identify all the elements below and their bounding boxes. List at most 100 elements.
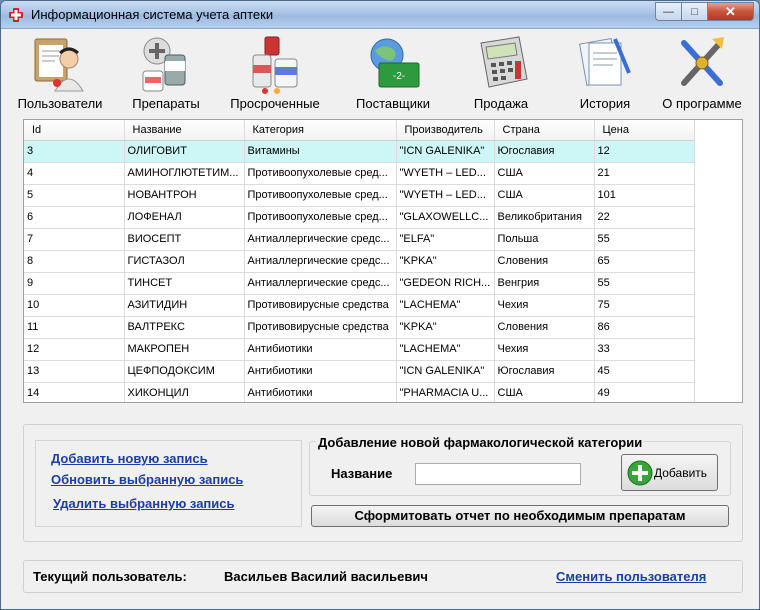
cell-country: Чехия — [494, 294, 595, 317]
generate-report-button[interactable]: Сформитовать отчет по необходимым препар… — [311, 505, 729, 527]
cell-price: 55 — [594, 272, 695, 295]
toolbar-label: О программе — [662, 96, 742, 111]
cell-manufacturer: "ELFA" — [396, 228, 495, 251]
toolbar-about[interactable]: О программе — [655, 31, 749, 115]
maximize-button[interactable]: □ — [682, 2, 708, 21]
table-row[interactable]: 4 АМИНОГЛЮТЕТИМ... Противоопухолевые сред.… — [24, 162, 695, 185]
suppliers-icon: -2- — [370, 38, 420, 88]
cell-name: ЦЕФПОДОКСИМ — [124, 360, 245, 383]
table-row[interactable]: 14 ХИКОНЦИЛ Антибиотики "PHARMACIA U... США 4… — [24, 382, 695, 402]
category-name-label: Название — [331, 466, 393, 481]
add-record-link[interactable]: Добавить новую запись — [51, 451, 208, 466]
cell-category: Антиаллергические средс... — [244, 272, 397, 295]
cell-category: Витамины — [244, 140, 397, 163]
table-row[interactable]: 3 ОЛИГОВИТ Витамины "ICN GALENIKA" Югославия… — [24, 140, 695, 163]
cell-id: 3 — [24, 140, 125, 163]
drugs-table[interactable]: Id Название Категория Производитель Стра… — [23, 119, 743, 403]
cell-category: Противоопухолевые сред... — [244, 184, 397, 207]
column-header-manufacturer[interactable]: Производитель — [396, 120, 495, 141]
table-row[interactable]: 13 ЦЕФПОДОКСИМ Антибиотики "ICN GALENIKA" Юг… — [24, 360, 695, 383]
cell-price: 22 — [594, 206, 695, 229]
update-record-link[interactable]: Обновить выбранную запись — [51, 472, 243, 487]
table-header: Id Название Категория Производитель Стра… — [24, 120, 695, 141]
cell-category: Противовирусные средства — [244, 294, 397, 317]
cell-name: ХИКОНЦИЛ — [124, 382, 245, 402]
cell-category: Антибиотики — [244, 360, 397, 383]
category-name-input[interactable] — [415, 463, 581, 485]
column-header-name[interactable]: Название — [124, 120, 245, 141]
table-row[interactable]: 5 НОВАНТРОН Противоопухолевые сред... "WYET… — [24, 184, 695, 207]
current-user-label: Текущий пользователь: — [33, 569, 187, 584]
cell-id: 6 — [24, 206, 125, 229]
toolbar-label: Пользователи — [17, 96, 103, 111]
cell-category: Антибиотики — [244, 338, 397, 361]
cell-country: Югославия — [494, 360, 595, 383]
cell-price: 75 — [594, 294, 695, 317]
cell-country: Чехия — [494, 338, 595, 361]
cell-country: Великобритания — [494, 206, 595, 229]
cell-price: 55 — [594, 228, 695, 251]
close-button[interactable]: ✕ — [708, 2, 754, 21]
minimize-button[interactable]: — — [655, 2, 682, 21]
expired-icon — [252, 36, 298, 94]
cell-price: 49 — [594, 382, 695, 402]
cell-country: США — [494, 162, 595, 185]
cell-name: АМИНОГЛЮТЕТИМ... — [124, 162, 245, 185]
cell-manufacturer: "ICN GALENIKA" — [396, 140, 495, 163]
table-row[interactable]: 6 ЛОФЕНАЛ Противоопухолевые сред... "GLAXOW… — [24, 206, 695, 229]
toolbar-expired[interactable]: Просроченные — [221, 31, 329, 115]
cell-manufacturer: "LACHEMA" — [396, 294, 495, 317]
window-title: Информационная система учета аптеки — [31, 7, 274, 22]
toolbar-label: Просроченные — [230, 96, 320, 111]
cell-manufacturer: "KPKA" — [396, 316, 495, 339]
table-row[interactable]: 10 АЗИТИДИН Противовирусные средства "LACHE… — [24, 294, 695, 317]
delete-record-link[interactable]: Удалить выбранную запись — [53, 496, 235, 511]
app-icon — [9, 8, 23, 22]
cell-name: ВАЛТРЕКС — [124, 316, 245, 339]
column-header-id[interactable]: Id — [24, 120, 125, 141]
cell-country: США — [494, 184, 595, 207]
toolbar-label: История — [579, 96, 631, 111]
toolbar-label: Препараты — [132, 96, 200, 111]
table-row[interactable]: 11 ВАЛТРЕКС Противовирусные средства "KPKA"… — [24, 316, 695, 339]
cell-price: 101 — [594, 184, 695, 207]
add-category-button[interactable]: Добавить — [621, 454, 718, 491]
toolbar-users[interactable]: Пользователи — [9, 31, 111, 115]
cell-name: АЗИТИДИН — [124, 294, 245, 317]
cell-id: 13 — [24, 360, 125, 383]
toolbar-suppliers[interactable]: -2- Поставщики — [349, 31, 437, 115]
title-bar[interactable]: Информационная система учета аптеки — □ … — [1, 1, 759, 29]
cell-manufacturer: "WYETH – LED... — [396, 184, 495, 207]
pills-icon — [142, 37, 186, 92]
category-group-title: Добавление новой фармакологической катег… — [316, 435, 645, 450]
change-user-link[interactable]: Сменить пользователя — [556, 569, 706, 584]
cell-price: 33 — [594, 338, 695, 361]
table-row[interactable]: 8 ГИСТАЗОЛ Антиаллергические средс... "KPKA… — [24, 250, 695, 273]
cell-country: Словения — [494, 316, 595, 339]
table-row[interactable]: 12 МАКРОПЕН Антибиотики "LACHEMA" Чехия 33 — [24, 338, 695, 361]
cell-id: 11 — [24, 316, 125, 339]
calculator-icon — [480, 36, 528, 88]
cell-name: ГИСТАЗОЛ — [124, 250, 245, 273]
toolbar-drugs[interactable]: Препараты — [121, 31, 211, 115]
toolbar-sale[interactable]: Продажа — [463, 31, 539, 115]
cell-price: 21 — [594, 162, 695, 185]
table-row[interactable]: 7 ВИОСЕПТ Антиаллергические средс... "ELFA"… — [24, 228, 695, 251]
column-header-category[interactable]: Категория — [244, 120, 397, 141]
toolbar-history[interactable]: История — [569, 31, 641, 115]
cell-manufacturer: "WYETH – LED... — [396, 162, 495, 185]
main-toolbar: Пользователи Препараты Просроченные -2- … — [1, 31, 759, 115]
cell-id: 12 — [24, 338, 125, 361]
cell-category: Противовирусные средства — [244, 316, 397, 339]
column-header-price[interactable]: Цена — [594, 120, 695, 141]
table-row[interactable]: 9 ТИНСЕТ Антиаллергические средс... "GEDEON… — [24, 272, 695, 295]
cell-id: 10 — [24, 294, 125, 317]
users-icon — [34, 38, 84, 92]
current-user-name: Васильев Василий васильевич — [224, 569, 428, 584]
cell-category: Антибиотики — [244, 382, 397, 402]
svg-text:-2-: -2- — [393, 71, 405, 82]
cell-name: МАКРОПЕН — [124, 338, 245, 361]
plus-icon — [627, 460, 653, 485]
column-header-country[interactable]: Страна — [494, 120, 595, 141]
cell-price: 86 — [594, 316, 695, 339]
